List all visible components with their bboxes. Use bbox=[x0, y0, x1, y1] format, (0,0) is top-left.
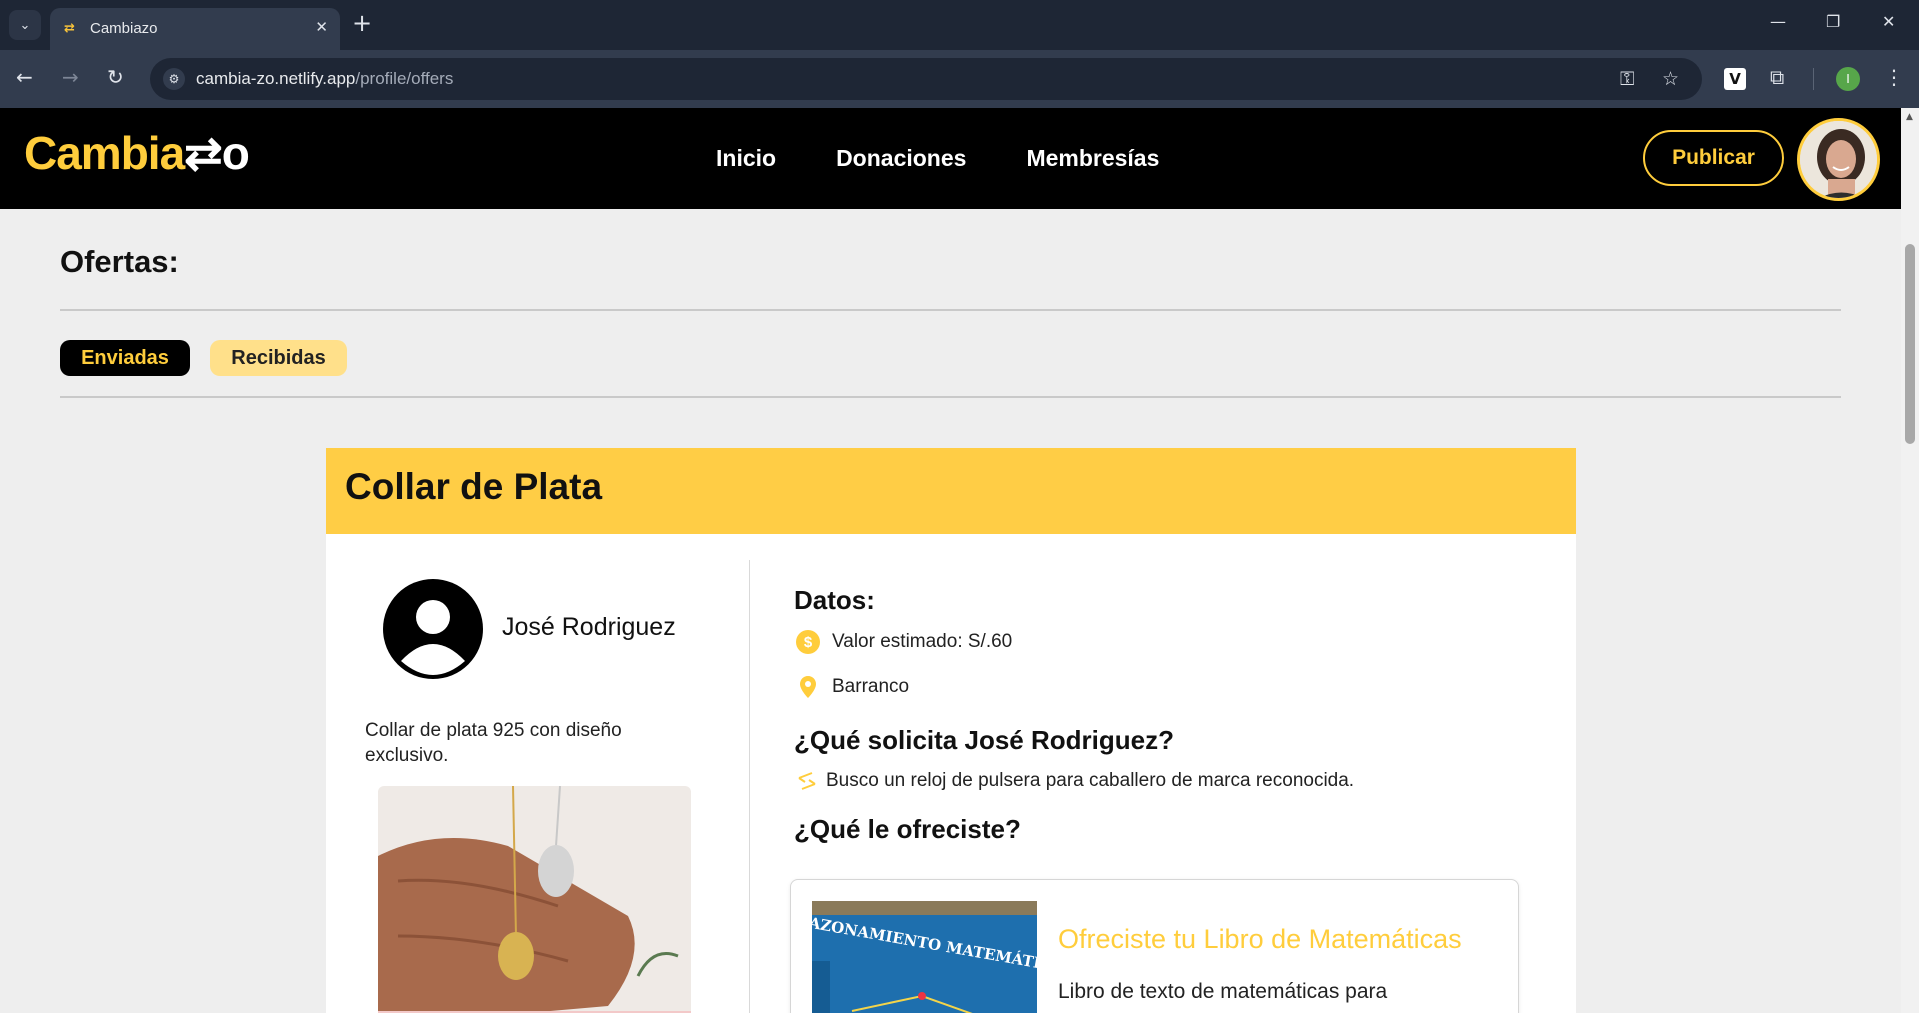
cambiazo-logo[interactable]: Cambia⇄o bbox=[24, 126, 250, 180]
tab-enviadas[interactable]: Enviadas bbox=[60, 340, 190, 376]
page-title: Ofertas: bbox=[60, 244, 179, 279]
location-pin-icon bbox=[800, 676, 816, 698]
password-key-icon[interactable]: ⚿ bbox=[1620, 68, 1634, 90]
address-bar[interactable]: ⚙ cambia-zo.netlify.app/profile/offers ⚿… bbox=[150, 58, 1702, 100]
scroll-thumb[interactable] bbox=[1905, 244, 1915, 444]
main-nav: Inicio Donaciones Membresías bbox=[716, 145, 1159, 172]
restore-icon[interactable]: ❐ bbox=[1826, 12, 1840, 31]
product-title: Collar de Plata bbox=[345, 466, 603, 507]
site-header: Cambia⇄o Inicio Donaciones Membresías Pu… bbox=[0, 108, 1901, 209]
back-icon[interactable]: ← bbox=[16, 65, 33, 89]
nav-donaciones[interactable]: Donaciones bbox=[836, 145, 966, 172]
browser-profile-avatar[interactable]: I bbox=[1836, 67, 1860, 91]
minimize-icon[interactable]: — bbox=[1770, 12, 1786, 31]
request-row: Busco un reloj de pulsera para caballero… bbox=[796, 770, 1354, 792]
estimated-value: Valor estimado: S/.60 bbox=[832, 631, 1013, 652]
tab-title: Cambiazo bbox=[90, 20, 158, 37]
more-menu-icon[interactable]: ⋮ bbox=[1884, 65, 1904, 89]
divider bbox=[60, 396, 1841, 398]
user-avatar[interactable] bbox=[1797, 118, 1880, 201]
user-icon bbox=[383, 579, 483, 679]
card-header: Collar de Plata bbox=[326, 448, 1576, 534]
bookmark-star-icon[interactable]: ☆ bbox=[1662, 68, 1679, 90]
toolbar-separator bbox=[1813, 68, 1814, 90]
request-text: Busco un reloj de pulsera para caballero… bbox=[826, 770, 1355, 791]
window-close-icon[interactable]: ✕ bbox=[1882, 12, 1895, 31]
owner-name[interactable]: José Rodriguez bbox=[502, 613, 676, 642]
dollar-coin-icon: $ bbox=[796, 630, 820, 654]
offer-detail-card: Collar de Plata José Rodriguez Collar de… bbox=[326, 448, 1576, 1013]
extensions-puzzle-icon[interactable]: ⧉ bbox=[1770, 65, 1784, 89]
offered-item-card[interactable]: RAZONAMIENTO MATEMÁTICO Ofreciste tu Lib… bbox=[790, 879, 1519, 1013]
offer-book-image: RAZONAMIENTO MATEMÁTICO bbox=[812, 901, 1037, 1013]
offered-heading: ¿Qué le ofreciste? bbox=[794, 814, 1021, 844]
request-heading: ¿Qué solicita José Rodriguez? bbox=[794, 725, 1174, 755]
nav-membresias[interactable]: Membresías bbox=[1026, 145, 1159, 172]
page-scrollbar[interactable]: ▲ bbox=[1901, 108, 1919, 1013]
tab-search-chevron-icon[interactable]: ⌄ bbox=[9, 10, 41, 40]
product-image bbox=[378, 786, 691, 1013]
publish-button[interactable]: Publicar bbox=[1643, 130, 1784, 186]
scroll-up-icon[interactable]: ▲ bbox=[1906, 112, 1913, 122]
swap-arrows-icon bbox=[798, 772, 816, 790]
location-row: Barranco bbox=[796, 675, 909, 699]
location: Barranco bbox=[832, 676, 910, 697]
url-text: cambia-zo.netlify.app/profile/offers bbox=[196, 69, 454, 88]
data-heading: Datos: bbox=[794, 585, 875, 615]
offer-description: Libro de texto de matemáticas para bbox=[1058, 980, 1388, 1003]
reload-icon[interactable]: ↻ bbox=[107, 65, 124, 89]
browser-tab[interactable]: ⇄ Cambiazo ✕ bbox=[50, 8, 340, 50]
new-tab-icon[interactable]: + bbox=[352, 11, 372, 35]
nav-inicio[interactable]: Inicio bbox=[716, 145, 776, 172]
tab-recibidas[interactable]: Recibidas bbox=[210, 340, 347, 376]
offer-title[interactable]: Ofreciste tu Libro de Matemáticas bbox=[1058, 924, 1462, 955]
tab-close-icon[interactable]: ✕ bbox=[315, 18, 328, 36]
product-description: Collar de plata 925 con diseño exclusivo… bbox=[365, 720, 622, 766]
user-photo-icon bbox=[1800, 121, 1877, 198]
site-info-icon[interactable]: ⚙ bbox=[163, 68, 185, 90]
extension-v-icon[interactable]: V bbox=[1724, 68, 1746, 90]
browser-toolbar: ← → ↻ ⚙ cambia-zo.netlify.app/profile/of… bbox=[0, 50, 1919, 108]
column-divider bbox=[749, 560, 750, 1013]
cambiazo-favicon-icon: ⇄ bbox=[64, 21, 75, 36]
estimated-value-row: $ Valor estimado: S/.60 bbox=[796, 630, 1012, 654]
browser-tab-bar: ⌄ ⇄ Cambiazo ✕ + — ❐ ✕ bbox=[0, 0, 1919, 50]
divider bbox=[60, 309, 1841, 311]
forward-icon[interactable]: → bbox=[62, 65, 79, 89]
